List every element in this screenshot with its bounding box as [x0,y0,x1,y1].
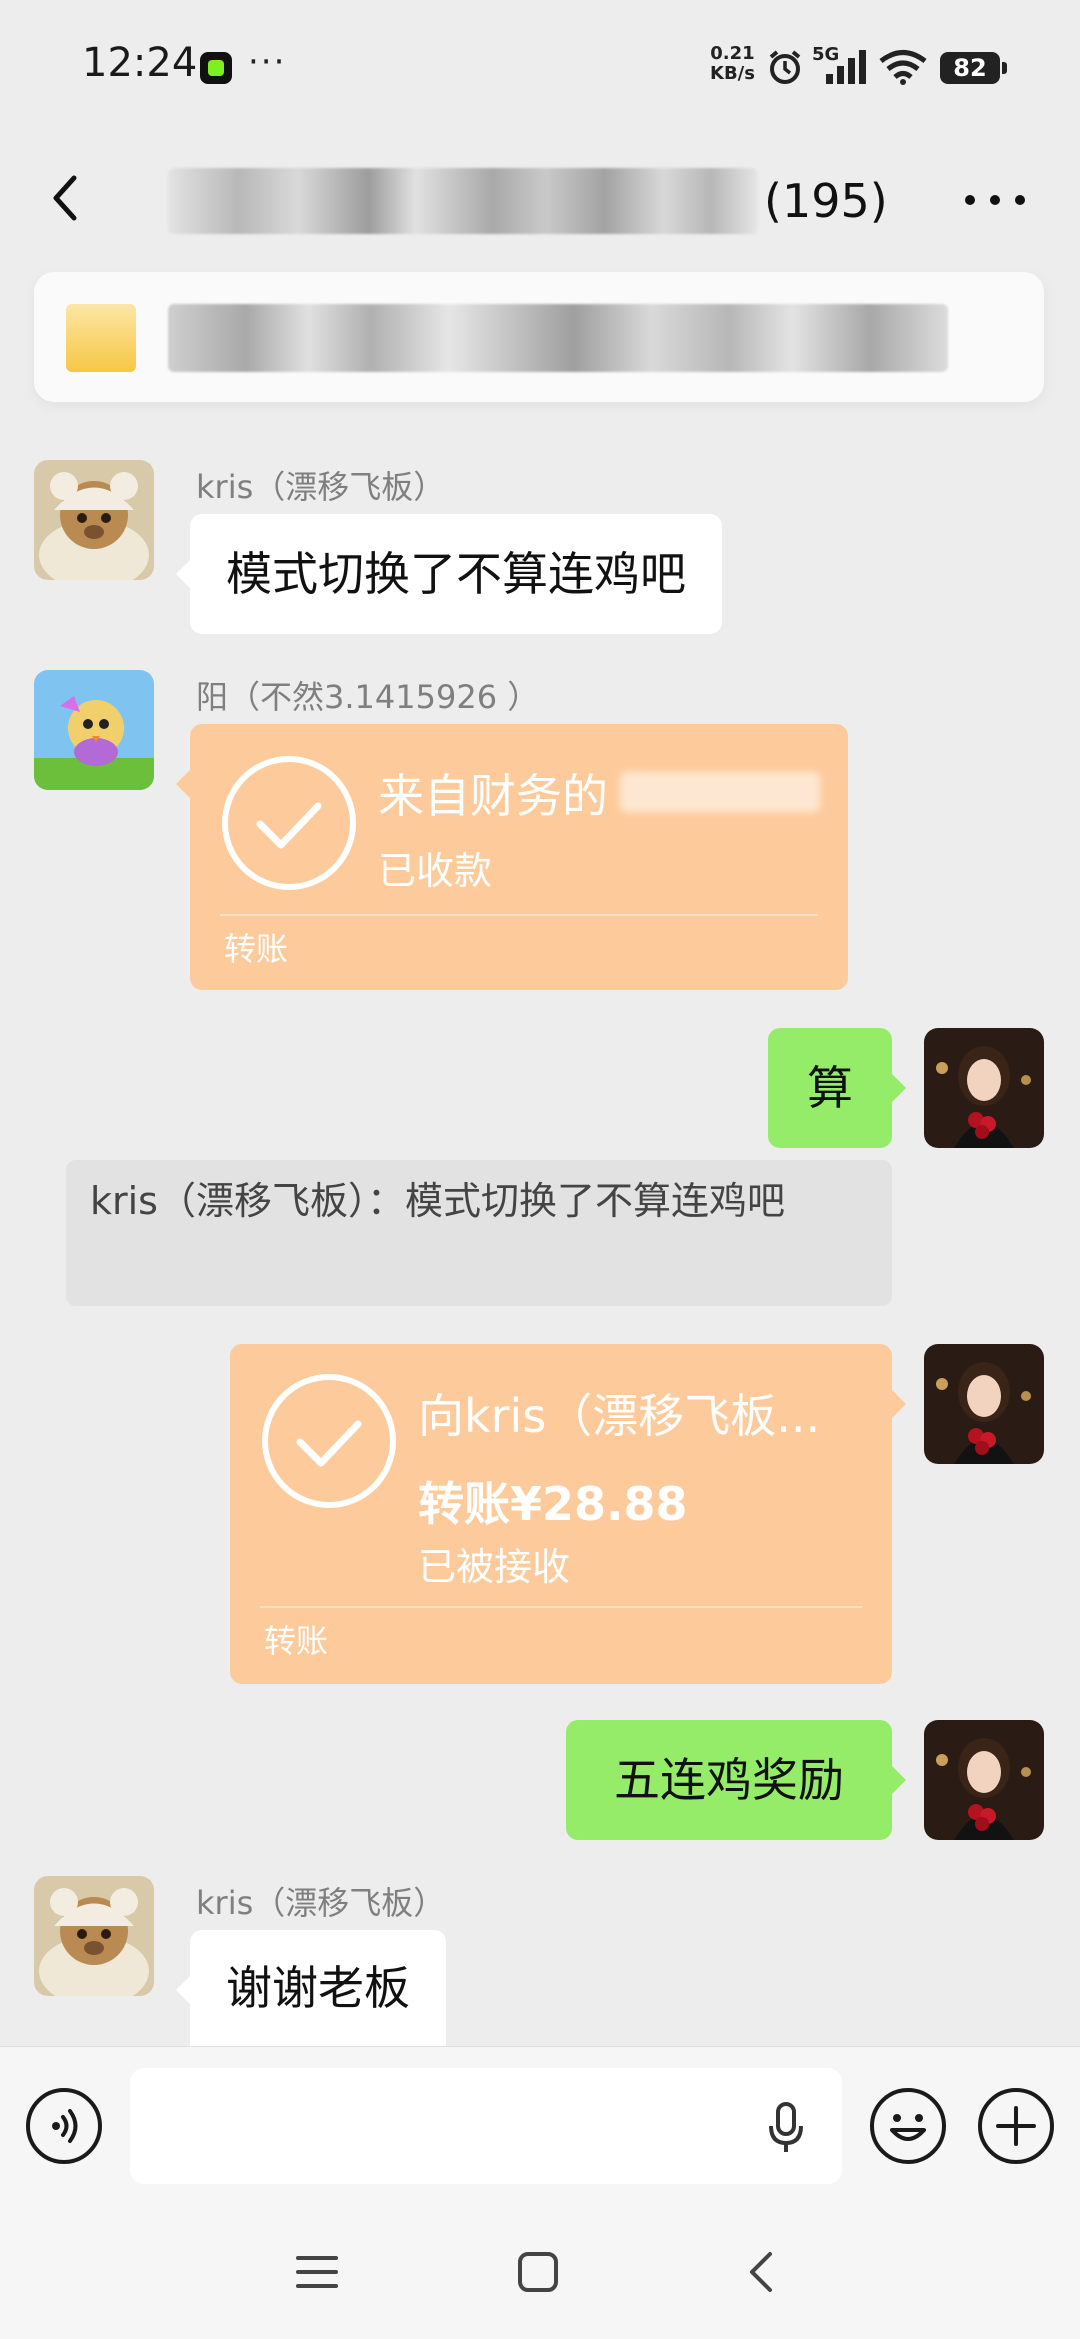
avatar-kris[interactable] [34,460,154,580]
bubble-tail [892,1074,906,1102]
transfer-divider [220,914,818,916]
transfer-status: 已被接收 [418,1545,571,1589]
home-icon[interactable] [516,2250,560,2294]
status-time: 12:24 [82,40,198,86]
emoji-button[interactable] [870,2088,946,2164]
emoji-icon [890,2114,926,2141]
sender-name: 阳（不然3.1415926 ） [196,678,540,716]
chat-title-blurred [168,168,758,234]
group-member-count: (195) [764,174,888,228]
transfer-amount: 转账¥28.88 [418,1477,688,1531]
mic-icon[interactable] [766,2100,806,2156]
wifi-icon [879,50,927,85]
battery-indicator: 82 [940,52,1007,84]
back-button[interactable] [38,168,98,228]
sender-name: kris（漂移飞板） [196,468,446,506]
transfer-label: 转账 [264,1622,329,1660]
back-nav-icon[interactable] [742,2248,782,2296]
message-bubble[interactable]: 模式切换了不算连鸡吧 [190,514,722,634]
sender-name: kris（漂移飞板） [196,1884,446,1922]
voice-icon [52,2109,78,2143]
voice-button[interactable] [26,2088,102,2164]
plus-button[interactable] [978,2088,1054,2164]
transfer-title: 来自财务的 [378,769,608,823]
avatar-self[interactable] [924,1028,1044,1148]
plus-icon [996,2106,1036,2146]
message-input[interactable] [130,2068,842,2184]
avatar-self[interactable] [924,1720,1044,1840]
message-bubble[interactable]: 算 [768,1028,892,1148]
network-speed-unit: KB/s [710,63,755,84]
transfer-title-blurred [620,772,820,812]
app-notification-icon [200,52,232,84]
alarm-icon [769,50,801,84]
check-icon [262,1374,396,1508]
transfer-status: 已收款 [378,849,493,893]
more-options-button[interactable] [960,180,1030,220]
transfer-card-received[interactable]: 来自财务的 已收款 转账 [190,724,848,990]
more-notifications-indicator: ··· [248,42,287,82]
avatar-yang[interactable] [34,670,154,790]
bubble-tail [176,1976,190,2004]
notice-text-blurred [168,304,948,372]
bubble-tail [176,770,190,798]
message-bubble[interactable]: 谢谢老板 [190,1930,446,2046]
check-icon [222,756,356,890]
transfer-label: 转账 [224,930,289,968]
avatar-self[interactable] [924,1344,1044,1464]
message-bubble[interactable]: 五连鸡奖励 [566,1720,892,1840]
notice-icon [66,304,136,372]
menu-icon[interactable] [292,2250,342,2294]
transfer-card-sent[interactable]: 向kris（漂移飞板... 转账¥28.88 已被接收 转账 [230,1344,892,1684]
bubble-tail [892,1766,906,1794]
network-speed-value: 0.21 [710,43,755,64]
transfer-divider [260,1606,862,1608]
transfer-title: 向kris（漂移飞板... [418,1389,821,1443]
signal-icon [826,50,866,84]
avatar-kris[interactable] [34,1876,154,1996]
quoted-message[interactable]: kris（漂移飞板）：模式切换了不算连鸡吧 [66,1160,892,1306]
bubble-tail [892,1390,906,1418]
bubble-tail [176,560,190,588]
network-speed: 0.21 KB/s [710,44,755,84]
